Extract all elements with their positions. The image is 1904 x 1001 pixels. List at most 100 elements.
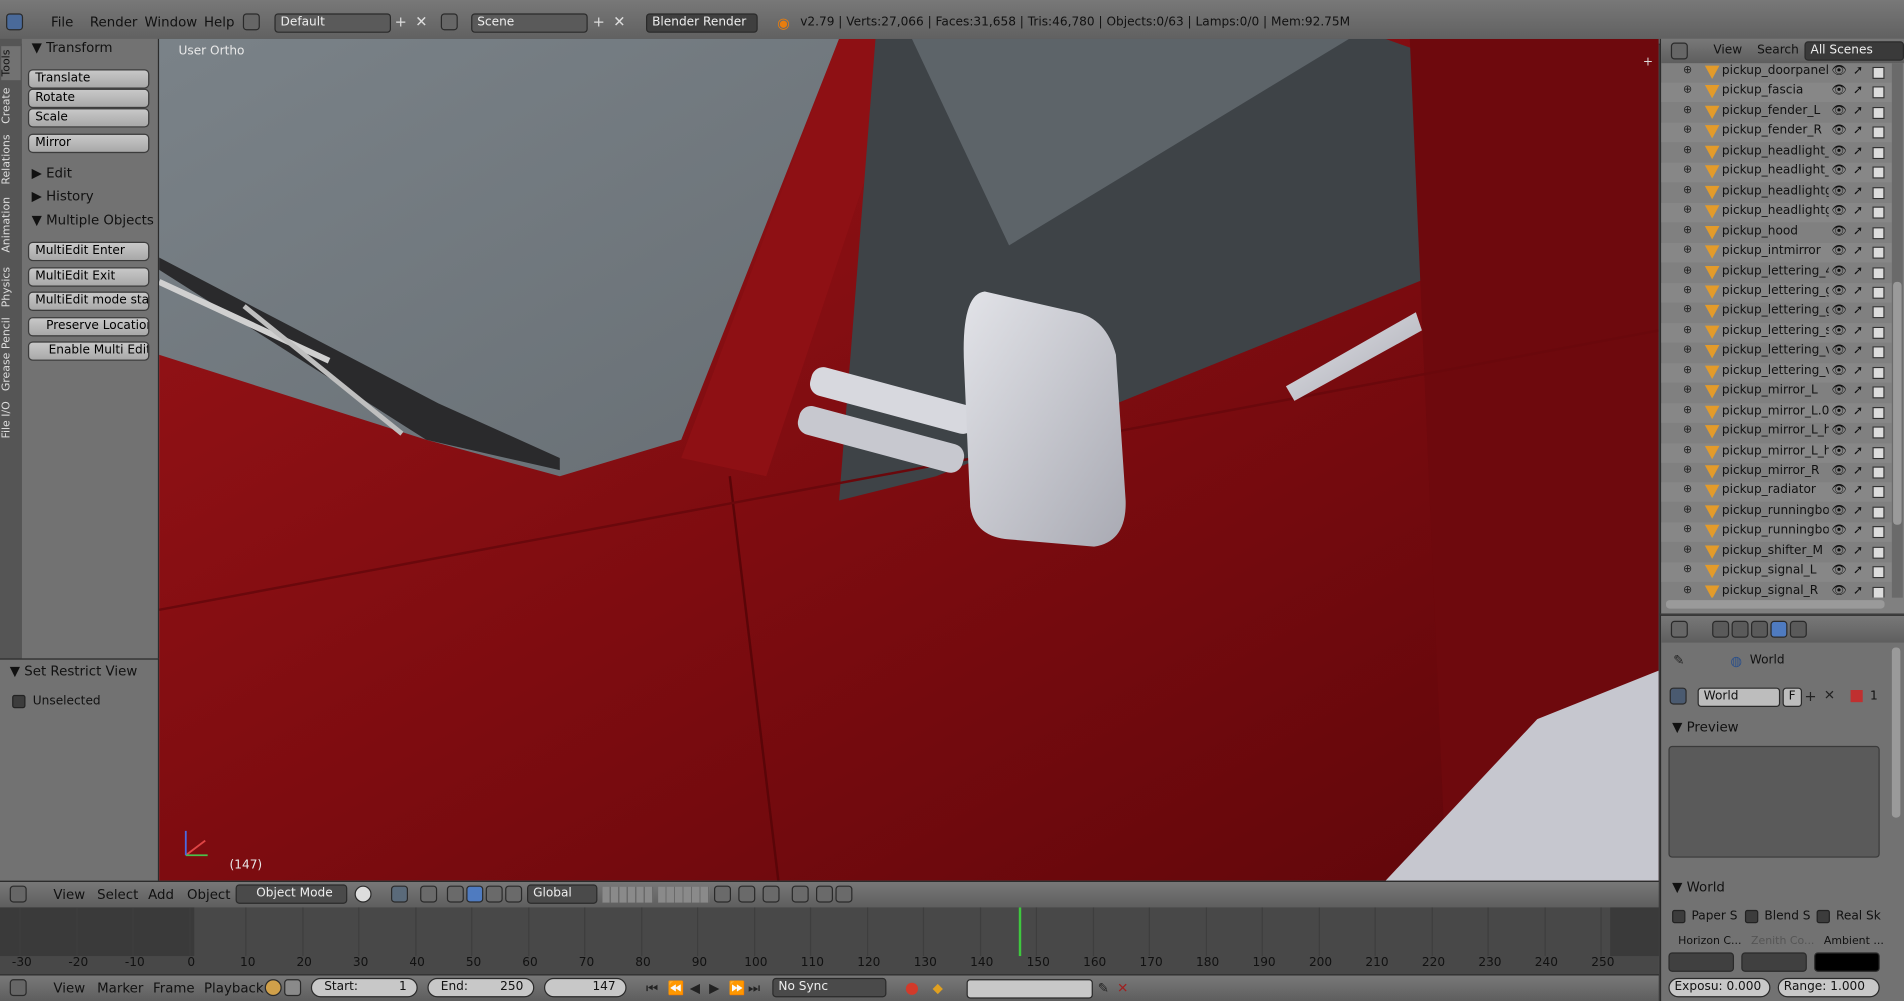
viewport-shading-icon[interactable] [354, 885, 372, 903]
expand-icon[interactable]: ⊕ [1683, 504, 1692, 516]
selectable-cursor-icon[interactable]: ➚ [1853, 384, 1863, 397]
fake-user-button[interactable]: F [1782, 687, 1803, 708]
visibility-eye-icon[interactable]: 👁 [1831, 424, 1846, 437]
delete-keyframe-icon[interactable]: ✕ [1117, 980, 1128, 996]
play-reverse-icon[interactable]: ◀ [690, 980, 700, 996]
screen-layout-icon[interactable] [242, 13, 260, 31]
info-editor-icon[interactable] [6, 13, 24, 31]
delete-screen-icon[interactable]: ✕ [415, 13, 432, 30]
renderable-camera-icon[interactable] [1872, 206, 1885, 219]
renderable-camera-icon[interactable] [1872, 226, 1885, 239]
outliner-item-name[interactable]: pickup_hood [1722, 224, 1829, 237]
outliner-menu-view[interactable]: View [1713, 44, 1742, 57]
outliner-item-name[interactable]: pickup_doorpanel_RR [1722, 64, 1829, 77]
renderable-camera-icon[interactable] [1872, 366, 1885, 379]
expand-icon[interactable]: ⊕ [1683, 364, 1692, 376]
renderable-camera-icon[interactable] [1872, 486, 1885, 499]
selectable-cursor-icon[interactable]: ➚ [1853, 184, 1863, 197]
expand-icon[interactable]: ⊕ [1683, 344, 1692, 356]
manipulator-icon[interactable] [446, 885, 464, 903]
jump-start-icon[interactable]: ⏮ [646, 980, 658, 997]
outliner-scroll-thumb[interactable] [1893, 281, 1902, 525]
expand-icon[interactable]: ⊕ [1683, 204, 1692, 216]
selectable-cursor-icon[interactable]: ➚ [1853, 144, 1863, 157]
expand-icon[interactable]: ⊕ [1683, 524, 1692, 536]
tab-file-io[interactable]: File I/O [1, 398, 20, 442]
scene-field[interactable]: Scene [471, 13, 588, 33]
visibility-eye-icon[interactable]: 👁 [1831, 304, 1846, 317]
outliner-row[interactable]: ⊕ pickup_fender_R 👁 ➚ [1661, 123, 1892, 143]
scale-manipulator-icon[interactable] [505, 885, 523, 903]
expand-icon[interactable]: ⊕ [1683, 244, 1692, 256]
visibility-eye-icon[interactable]: 👁 [1831, 524, 1846, 537]
expand-icon[interactable]: ⊕ [1683, 304, 1692, 316]
renderable-camera-icon[interactable] [1872, 166, 1885, 179]
selectable-cursor-icon[interactable]: ➚ [1853, 484, 1863, 497]
outliner-row[interactable]: ⊕ pickup_runningboard👁 ➚ [1661, 503, 1892, 522]
restrict-view-header[interactable]: ▼ Set Restrict View [10, 663, 138, 679]
outliner-item-name[interactable]: pickup_mirror_L_heav [1722, 424, 1829, 437]
tab-create[interactable]: Create [1, 85, 20, 126]
selectable-cursor-icon[interactable]: ➚ [1853, 284, 1863, 297]
proportional-edit-icon[interactable] [738, 885, 756, 903]
tab-physics[interactable]: Physics [1, 262, 20, 311]
outliner-row[interactable]: ⊕ pickup_signal_R 👁 ➚ [1661, 583, 1892, 598]
range-field[interactable]: Range: 1.000 [1777, 977, 1880, 998]
outliner-item-name[interactable]: pickup_headlightglass [1722, 184, 1829, 197]
snap-target-icon[interactable] [791, 885, 809, 903]
current-frame-field[interactable]: 147 [544, 977, 627, 998]
menu-window[interactable]: Window [145, 15, 198, 31]
play-icon[interactable]: ▶ [709, 980, 719, 996]
translate-manipulator-icon[interactable] [466, 885, 484, 903]
world-browse-icon[interactable] [1669, 687, 1687, 705]
enable-multi-edit-button[interactable]: Enable Multi Edit ... [27, 341, 150, 361]
visibility-eye-icon[interactable]: 👁 [1831, 324, 1846, 337]
scene-tab-icon[interactable] [1751, 620, 1769, 638]
vh-menu-select[interactable]: Select [97, 887, 138, 903]
renderable-camera-icon[interactable] [1872, 506, 1885, 519]
add-scene-icon[interactable]: + [593, 13, 605, 30]
outliner-row[interactable]: ⊕ pickup_headlightglass👁 ➚ [1661, 203, 1892, 223]
vh-menu-add[interactable]: Add [148, 887, 174, 903]
outliner-row[interactable]: ⊕ pickup_shifter_M 👁 ➚ [1661, 543, 1892, 562]
expand-icon[interactable]: ⊕ [1683, 444, 1692, 456]
renderable-camera-icon[interactable] [1872, 386, 1885, 399]
selectable-cursor-icon[interactable]: ➚ [1853, 464, 1863, 477]
outliner-item-name[interactable]: pickup_lettering_spor [1722, 324, 1829, 337]
outliner-row[interactable]: ⊕ pickup_lettering_grille👁 ➚ [1661, 303, 1892, 322]
texture-tab-icon[interactable] [1789, 620, 1807, 638]
outliner-row[interactable]: ⊕ pickup_radiator 👁 ➚ [1661, 482, 1892, 503]
outliner-item-name[interactable]: pickup_lettering_v8_a [1722, 364, 1829, 377]
visibility-eye-icon[interactable]: 👁 [1831, 344, 1846, 357]
expand-icon[interactable]: ⊕ [1683, 424, 1692, 436]
outliner-row[interactable]: ⊕ pickup_lettering_v8 👁 ➚ [1661, 343, 1892, 362]
outliner-hscrollbar[interactable] [1666, 600, 1885, 609]
outliner-row[interactable]: ⊕ pickup_headlightglass👁 ➚ [1661, 183, 1892, 202]
render-tab-icon[interactable] [1712, 620, 1730, 638]
expand-icon[interactable]: ⊕ [1683, 404, 1692, 416]
snap-icon[interactable] [420, 885, 438, 903]
translate-button[interactable]: Translate [27, 69, 150, 89]
edit-panel-header[interactable]: ▶ Edit [32, 165, 72, 181]
outliner-item-name[interactable]: pickup_lettering_v8 [1722, 344, 1829, 357]
renderable-camera-icon[interactable] [1872, 406, 1885, 419]
rotate-button[interactable]: Rotate [27, 88, 150, 109]
world-name-field[interactable]: World [1697, 687, 1781, 708]
delete-scene-icon[interactable]: ✕ [613, 13, 625, 30]
outliner-row[interactable]: ⊕ pickup_lettering_gavr👁 ➚ [1661, 282, 1892, 303]
multiedit-enter-button[interactable]: MultiEdit Enter [27, 241, 150, 262]
mirror-button[interactable]: Mirror [27, 133, 150, 154]
horizon-color-swatch[interactable] [1668, 952, 1735, 972]
unlink-world-icon[interactable]: ✕ [1824, 688, 1835, 704]
outliner-row[interactable]: ⊕ pickup_headlight_R 👁 ➚ [1661, 163, 1892, 183]
outliner-item-name[interactable]: pickup_radiator [1722, 484, 1829, 497]
snap-element-icon[interactable] [762, 885, 780, 903]
visibility-eye-icon[interactable]: 👁 [1831, 264, 1846, 277]
scene-icon[interactable] [440, 13, 458, 31]
auto-keying-icon[interactable] [905, 982, 919, 995]
selectable-cursor-icon[interactable]: ➚ [1853, 64, 1863, 77]
renderable-camera-icon[interactable] [1872, 186, 1885, 199]
expand-icon[interactable]: ⊕ [1683, 584, 1692, 596]
outliner-row[interactable]: ⊕ pickup_hood 👁 ➚ [1661, 223, 1892, 242]
outliner-item-name[interactable]: pickup_mirror_L_heav [1722, 444, 1829, 457]
